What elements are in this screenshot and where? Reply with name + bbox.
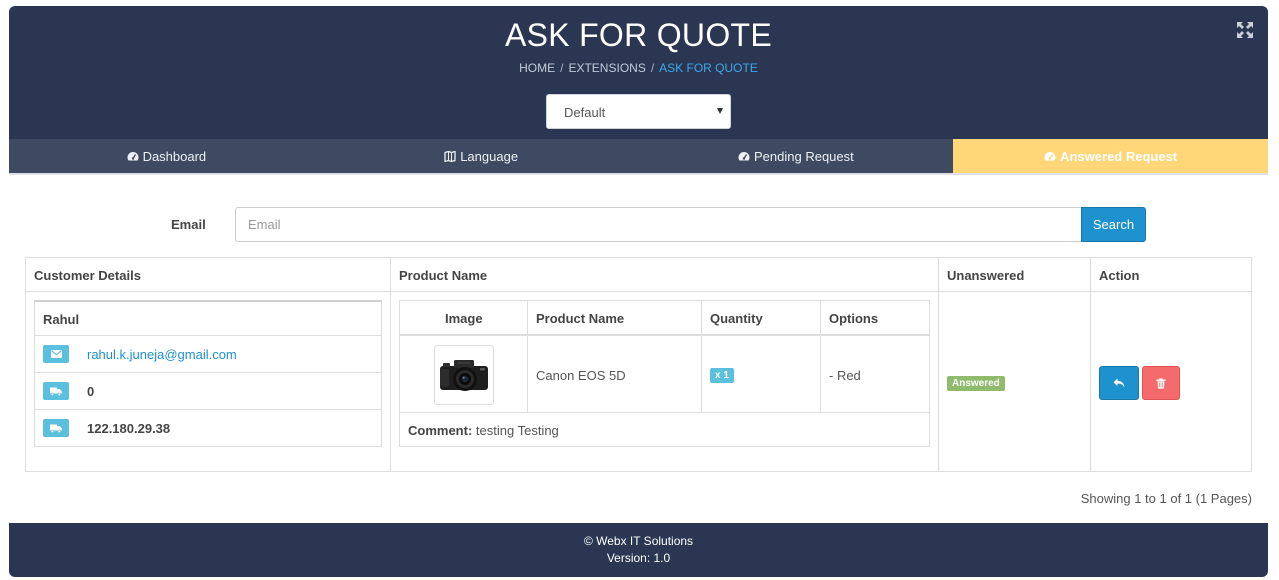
customer-email-row: rahul.k.juneja@gmail.com: [35, 336, 381, 373]
tab-answered-request[interactable]: Answered Request: [953, 139, 1268, 173]
tab-language[interactable]: Language: [324, 139, 639, 173]
dashboard-icon: [738, 152, 750, 161]
column-header-product-name: Product Name: [399, 268, 488, 283]
dashboard-icon: [127, 152, 139, 161]
tab-bar: Dashboard Language Pending Request Answe…: [9, 139, 1268, 175]
column-divider: [1090, 258, 1091, 471]
column-divider: [701, 301, 702, 412]
column-header-customer-details: Customer Details: [34, 268, 141, 283]
expand-icon[interactable]: [1236, 21, 1254, 39]
breadcrumb-home[interactable]: HOME: [519, 61, 555, 75]
customer-email-link[interactable]: rahul.k.juneja@gmail.com: [87, 347, 237, 362]
pagination-info: Showing 1 to 1 of 1 (1 Pages): [1080, 491, 1252, 506]
header-divider: [400, 334, 929, 336]
product-thumbnail[interactable]: [434, 345, 494, 405]
tab-pending-request[interactable]: Pending Request: [639, 139, 954, 173]
customer-details-card: Rahul rahul.k.juneja@gmail.com 0 122.180…: [34, 300, 382, 447]
breadcrumb-separator: /: [650, 61, 655, 75]
footer-version: Version: 1.0: [606, 551, 671, 565]
column-header-product-name: Product Name: [536, 311, 625, 326]
column-header-image: Image: [445, 311, 483, 326]
breadcrumb-current[interactable]: ASK FOR QUOTE: [659, 61, 758, 75]
dashboard-icon: [1044, 152, 1056, 161]
tab-language-label: Language: [460, 148, 519, 164]
product-name[interactable]: Canon EOS 5D: [536, 368, 626, 383]
header-divider: [26, 291, 1251, 292]
store-select-value: Default: [564, 105, 606, 120]
store-select[interactable]: Default: [546, 94, 731, 129]
email-input[interactable]: [235, 207, 1082, 242]
comment-text: testing Testing: [475, 423, 559, 438]
search-button[interactable]: Search: [1081, 207, 1146, 242]
tab-answered-request-label: Answered Request: [1060, 148, 1178, 164]
column-divider: [820, 301, 821, 412]
customer-telephone-row: 0: [35, 373, 381, 410]
email-label: Email: [171, 217, 206, 232]
column-divider: [527, 301, 528, 412]
tab-dashboard-label: Dashboard: [142, 148, 207, 164]
customer-name: Rahul: [43, 312, 80, 327]
quote-table: Customer Details Product Name Unanswered…: [25, 257, 1252, 472]
language-icon: [444, 150, 456, 162]
reply-button[interactable]: [1099, 366, 1139, 400]
breadcrumb-extensions[interactable]: EXTENSIONS: [568, 61, 645, 75]
comment: Comment: testing Testing: [408, 423, 559, 438]
truck-icon: [43, 419, 69, 437]
header: ASK FOR QUOTE HOME / EXTENSIONS / ASK FOR QU…: [9, 6, 1268, 139]
customer-name-row: Rahul: [35, 302, 381, 336]
column-header-action: Action: [1099, 268, 1140, 283]
column-divider: [390, 258, 391, 471]
camera-image: [440, 360, 488, 391]
status-badge: Answered: [947, 376, 1005, 391]
app-frame: ASK FOR QUOTE HOME / EXTENSIONS / ASK FOR QU…: [9, 6, 1268, 577]
delete-button[interactable]: [1142, 366, 1180, 400]
product-table: Image Product Name Quantity Options Cano…: [399, 300, 930, 447]
footer-copyright: © Webx IT Solutions: [583, 534, 694, 548]
column-divider: [938, 258, 939, 471]
product-options: - Red: [829, 368, 861, 383]
quantity-badge: x 1: [710, 368, 734, 383]
breadcrumb: HOME / EXTENSIONS / ASK FOR QUOTE: [9, 61, 1268, 75]
row-divider: [400, 412, 929, 413]
caret-down-icon: [717, 108, 723, 114]
column-header-quantity: Quantity: [710, 311, 763, 326]
envelope-icon: [43, 345, 69, 363]
breadcrumb-separator: /: [560, 61, 564, 75]
trash-icon: [1156, 377, 1166, 389]
tab-pending-request-label: Pending Request: [754, 148, 854, 164]
column-header-options: Options: [829, 311, 879, 326]
footer: © Webx IT Solutions Version: 1.0: [9, 523, 1268, 577]
comment-label: Comment:: [408, 423, 473, 438]
column-header-unanswered: Unanswered: [947, 268, 1025, 283]
page-title: ASK FOR QUOTE: [504, 17, 773, 53]
customer-telephone: 0: [87, 384, 95, 399]
customer-ip-row: 122.180.29.38: [35, 410, 381, 447]
tab-dashboard[interactable]: Dashboard: [9, 139, 324, 173]
reply-icon: [1113, 378, 1125, 388]
customer-ip: 122.180.29.38: [87, 421, 171, 436]
truck-icon: [43, 382, 69, 400]
